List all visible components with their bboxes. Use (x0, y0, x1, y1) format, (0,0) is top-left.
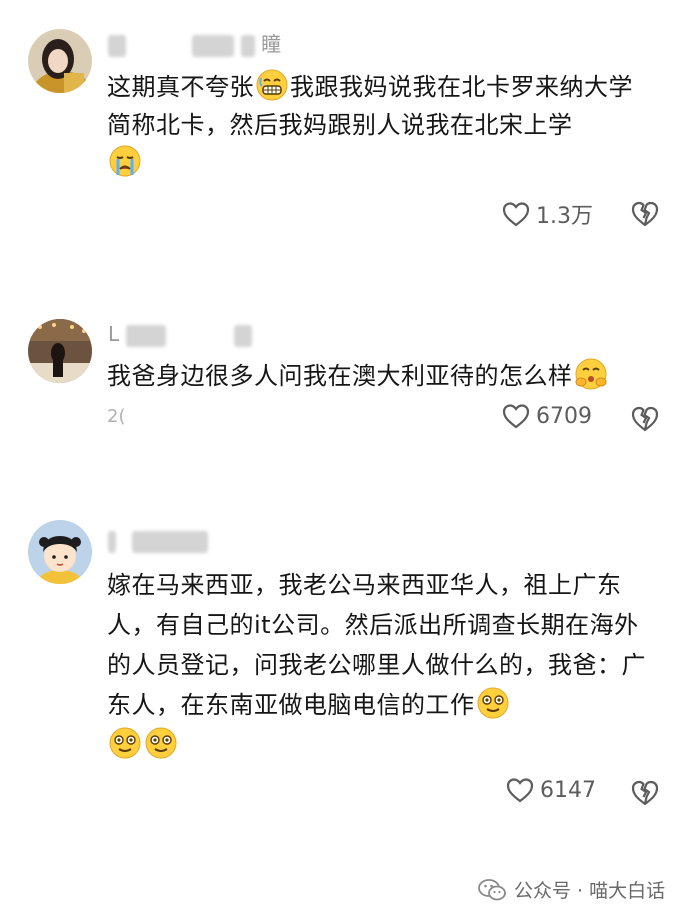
comment-text: 我爸身边很多人问我在澳大利亚待的怎么样 (107, 357, 657, 395)
dislike-button[interactable] (630, 778, 660, 810)
like-button[interactable]: 6147 (506, 777, 596, 803)
wechat-watermark: 公众号 · 喵大白话 (478, 876, 665, 903)
username[interactable]: L (108, 322, 252, 348)
avatar[interactable] (28, 319, 92, 383)
crying-emoji-icon (108, 144, 142, 178)
watermark-text: 公众号 · 喵大白话 (514, 880, 666, 902)
dislike-button[interactable] (630, 199, 660, 231)
username[interactable]: 瞳 (108, 28, 281, 57)
hug-emoji-icon (574, 357, 608, 391)
comment-date: 2( (107, 406, 126, 427)
broken-heart-icon (631, 406, 659, 432)
dislike-button[interactable] (630, 404, 660, 436)
smile-emoji-icon (144, 726, 178, 760)
grimace-emoji-icon (255, 68, 289, 102)
smile-emoji-icon (108, 726, 142, 760)
broken-heart-icon (631, 201, 659, 227)
like-button[interactable]: 1.3万 (502, 198, 593, 230)
heart-icon (502, 404, 530, 429)
heart-icon (506, 778, 534, 803)
like-count: 6147 (540, 777, 596, 803)
username[interactable] (108, 528, 209, 554)
comment-text: 嫁在马来西亚，我老公马来西亚华人，祖上广东人，有自己的it公司。然后派出所调查长… (107, 565, 657, 765)
avatar[interactable] (28, 29, 92, 93)
heart-icon (502, 202, 530, 227)
like-count: 6709 (536, 403, 592, 429)
like-button[interactable]: 6709 (502, 403, 592, 429)
like-count: 1.3万 (536, 204, 593, 229)
broken-heart-icon (631, 780, 659, 806)
smile-emoji-icon (476, 686, 510, 720)
wechat-icon (478, 878, 506, 900)
comment-text: 这期真不夸张 我跟我妈说我在北卡罗来纳大学简称北卡，然后我妈跟别人说我在北宋上学 (107, 68, 657, 182)
avatar[interactable] (28, 520, 92, 584)
